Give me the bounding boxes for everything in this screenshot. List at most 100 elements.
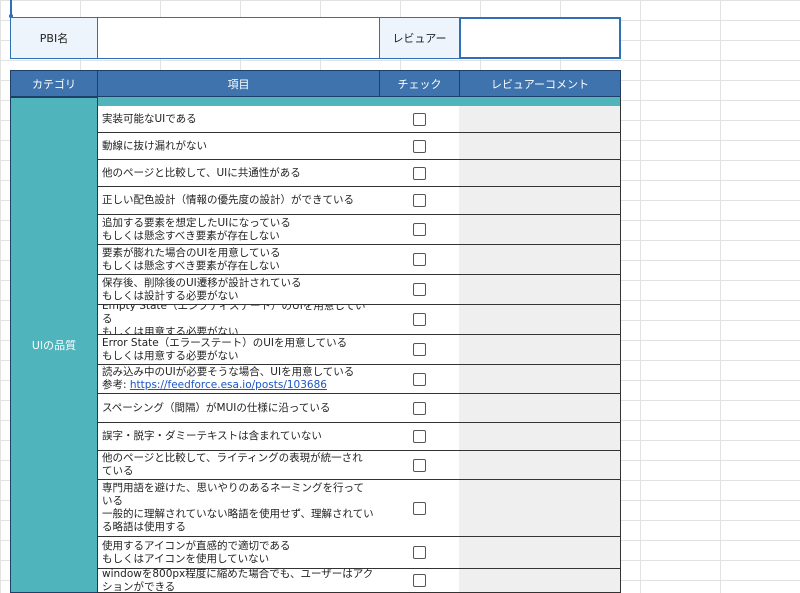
item-text-line2: もしくは懸念すべき要素が存在しない (102, 229, 280, 242)
check-cell (379, 305, 460, 335)
reviewer-label-cell: レビュアー (379, 17, 460, 59)
checkbox[interactable] (412, 112, 426, 126)
reviewer-comment-cell[interactable] (459, 537, 621, 569)
item-text-line4: る略語は使用する (102, 521, 186, 533)
checklist-item[interactable]: windowを800px程度に縮めた場合でも、ユーザーはアク ションができる (97, 569, 380, 593)
pbi-name-input[interactable] (97, 17, 380, 59)
checkbox[interactable] (412, 401, 426, 415)
checkbox[interactable] (412, 430, 426, 443)
reviewer-comment-cell[interactable] (459, 394, 621, 423)
checkbox[interactable] (412, 194, 426, 207)
column-header-item-label: 項目 (227, 77, 250, 91)
reviewer-comment-cell[interactable] (459, 305, 621, 335)
item-text-line2: もしくは懸念すべき要素が存在しない (102, 259, 280, 272)
checklist-item[interactable]: 追加する要素を想定したUIになっている もしくは懸念すべき要素が存在しない (97, 215, 380, 245)
column-header-category-label: カテゴリ (32, 77, 76, 91)
reviewer-comment-cell[interactable] (459, 451, 621, 480)
check-cell (379, 106, 460, 133)
reviewer-comment-cell[interactable] (459, 245, 621, 275)
checklist-item[interactable]: Error State（エラーステート）のUIを用意している もしくは用意する必要… (97, 335, 380, 365)
item-text-line1: 使用するアイコンが直感的で適切である (102, 539, 291, 552)
item-text-line1: 専門用語を避けた、思いやりのあるネーミングを行って (102, 482, 364, 494)
checkbox[interactable] (412, 574, 426, 587)
checkbox[interactable] (412, 343, 426, 356)
item-text-line1: 要素が膨れた場合のUIを用意している (102, 246, 281, 259)
item-text-line1: 実装可能なUIである (102, 112, 197, 125)
pbi-label-cell: PBI名 (10, 17, 98, 59)
item-text-line1: 他のページと比較して、ライティングの表現が統一され (102, 452, 363, 464)
item-text-line1: 動線に抜け漏れがない (102, 139, 207, 152)
column-header-check-label: チェック (397, 77, 442, 91)
checkbox[interactable] (412, 253, 426, 266)
column-header-category: カテゴリ (10, 70, 98, 97)
check-cell (379, 394, 460, 423)
item-text-line1: 他のページと比較して、UIに共通性がある (102, 166, 301, 179)
reference-link[interactable]: https://feedforce.esa.io/posts/103686 (130, 379, 327, 391)
checkbox[interactable] (412, 372, 426, 386)
checkbox[interactable] (412, 546, 426, 559)
item-text-line1: 追加する要素を想定したUIになっている (102, 216, 291, 229)
reviewer-comment-cell[interactable] (459, 215, 621, 245)
checklist-item[interactable]: 保存後、削除後のUI遷移が設計されている もしくは設計する必要がない (97, 275, 380, 305)
item-text-line1: 正しい配色設計（情報の優先度の設計）ができている (102, 194, 354, 206)
check-cell (379, 537, 460, 569)
checkbox[interactable] (412, 501, 426, 515)
checkbox[interactable] (412, 139, 426, 153)
check-cell (379, 160, 460, 187)
reviewer-comment-cell[interactable] (459, 133, 621, 160)
item-text-line2: ションができる (102, 580, 176, 593)
item-text-line1: 誤字・脱字・ダミーテキストは含まれていない (102, 430, 322, 442)
checklist-item[interactable]: Empty State（エンプティステート）のUIを用意している もしくは用意する… (97, 305, 380, 335)
check-cell (379, 451, 460, 480)
reviewer-comment-cell[interactable] (459, 275, 621, 305)
check-cell (379, 335, 460, 365)
checklist-item[interactable]: 要素が膨れた場合のUIを用意している もしくは懸念すべき要素が存在しない (97, 245, 380, 275)
checklist-item[interactable]: 他のページと比較して、UIに共通性がある (97, 160, 380, 187)
category-cell: UIの品質 (10, 97, 98, 593)
check-cell (379, 365, 460, 394)
reviewer-comment-cell[interactable] (459, 335, 621, 365)
category-label: UIの品質 (31, 339, 77, 352)
item-text-line1: windowを800px程度に縮めた場合でも、ユーザーはアク (102, 569, 374, 580)
item-text-line2: もしくは設計する必要がない (102, 289, 239, 302)
checkbox[interactable] (412, 283, 426, 296)
reviewer-input[interactable] (459, 17, 621, 59)
checklist-item[interactable]: 専門用語を避けた、思いやりのあるネーミングを行って いる 一般的に理解されていない略… (97, 480, 380, 537)
item-text-line3: 一般的に理解されていない略語を使用せず、理解されてい (102, 508, 374, 520)
reviewer-comment-cell[interactable] (459, 160, 621, 187)
reviewer-comment-cell[interactable] (459, 423, 621, 451)
item-text-line1: Error State（エラーステート）のUIを用意している (102, 336, 348, 349)
column-header-comment: レビュアーコメント (459, 70, 621, 97)
reviewer-comment-cell[interactable] (459, 365, 621, 394)
reviewer-label: レビュアー (392, 32, 447, 45)
reviewer-comment-cell[interactable] (459, 106, 621, 133)
checkbox[interactable] (412, 223, 426, 236)
column-header-item: 項目 (97, 70, 380, 97)
checklist-item[interactable]: 誤字・脱字・ダミーテキストは含まれていない (97, 423, 380, 451)
check-cell (379, 480, 460, 537)
check-cell (379, 187, 460, 215)
checklist-item[interactable]: 他のページと比較して、ライティングの表現が統一され ている (97, 451, 380, 480)
check-cell (379, 133, 460, 160)
item-text-line1: スペーシング（間隔）がMUIの仕様に沿っている (102, 401, 331, 414)
item-text-line2: もしくは用意する必要がない (102, 326, 239, 335)
checklist-item[interactable]: 正しい配色設計（情報の優先度の設計）ができている (97, 187, 380, 215)
check-cell (379, 215, 460, 245)
checklist-item[interactable]: 動線に抜け漏れがない (97, 133, 380, 160)
checkbox[interactable] (412, 313, 426, 326)
item-text-line2: ている (102, 465, 134, 477)
reviewer-comment-cell[interactable] (459, 480, 621, 537)
checklist-item[interactable]: 使用するアイコンが直感的で適切である もしくはアイコンを使用していない (97, 537, 380, 569)
item-text-line1: Empty State（エンプティステート）のUIを用意している (102, 305, 366, 325)
checklist-item[interactable]: スペーシング（間隔）がMUIの仕様に沿っている (97, 394, 380, 423)
reviewer-comment-cell[interactable] (459, 187, 621, 215)
checkbox[interactable] (412, 458, 426, 472)
check-cell (379, 569, 460, 593)
checklist-item[interactable]: 実装可能なUIである (97, 106, 380, 133)
check-cell (379, 245, 460, 275)
checkbox[interactable] (412, 166, 426, 180)
column-header-comment-label: レビュアーコメント (490, 77, 590, 91)
reviewer-comment-cell[interactable] (459, 569, 621, 593)
item-text-line2: もしくは用意する必要がない (102, 349, 239, 362)
checklist-item[interactable]: 読み込み中のUIが必要そうな場合、UIを用意している 参考: https://fe… (97, 365, 380, 394)
